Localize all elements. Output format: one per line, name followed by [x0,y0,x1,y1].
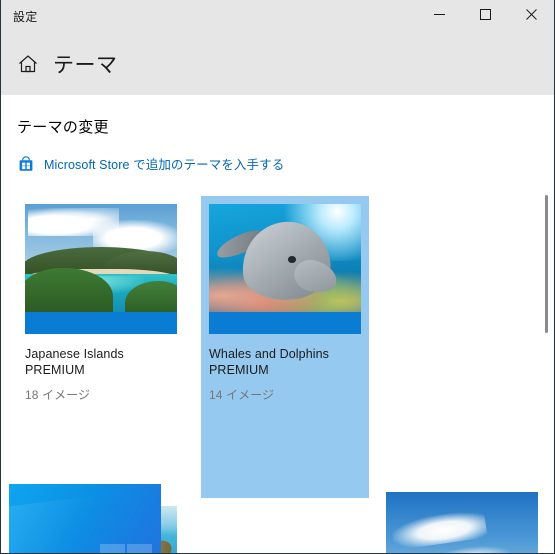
home-icon[interactable] [17,53,39,75]
theme-grid-row-2 [9,484,554,553]
theme-tier: PREMIUM [209,363,269,377]
settings-window: 設定 テーマ テーマの変更 Microsoft Store で追加のテーマを入手… [0,0,555,554]
theme-thumbnail [9,484,161,553]
thumbnail-taskbar-strip [25,312,177,334]
theme-image-count: 18 イメージ [25,388,91,402]
close-icon [525,7,537,25]
theme-card-row2-2[interactable] [9,484,363,553]
theme-card-whales-and-dolphins[interactable]: Whales and Dolphins PREMIUM 14 イメージ [201,196,369,498]
section-heading: テーマの変更 [17,119,109,136]
minimize-icon [433,7,445,25]
maximize-icon [479,7,491,25]
scrollbar-thumb[interactable] [545,195,548,333]
theme-name: Japanese Islands [25,347,124,361]
windows-logo-icon [100,543,152,553]
maximize-button[interactable] [462,0,508,32]
thumbnail-taskbar-strip [209,312,361,334]
close-button[interactable] [508,0,554,32]
theme-image-count: 14 イメージ [209,388,275,402]
minimize-button[interactable] [416,0,462,32]
theme-tier: PREMIUM [25,363,85,377]
theme-card-row2-3[interactable] [378,484,546,553]
microsoft-store-link-label: Microsoft Store で追加のテーマを入手する [44,158,285,172]
microsoft-store-link[interactable]: Microsoft Store で追加のテーマを入手する [17,154,284,173]
theme-thumbnail [209,204,361,334]
theme-name: Whales and Dolphins [209,347,330,361]
theme-thumbnail [386,492,538,553]
window-title: 設定 [13,9,38,24]
title-bar: 設定 [1,0,554,32]
page-header: テーマ [1,32,554,95]
microsoft-store-icon [17,155,35,173]
vertical-scrollbar[interactable] [539,95,553,552]
caption-button-group [416,0,554,32]
theme-card-japanese-islands[interactable]: Japanese Islands PREMIUM 18 イメージ [17,196,185,498]
theme-thumbnail [25,204,177,334]
content-area: テーマの変更 Microsoft Store で追加のテーマを入手する Japa… [1,95,554,553]
page-title: テーマ [53,53,118,77]
